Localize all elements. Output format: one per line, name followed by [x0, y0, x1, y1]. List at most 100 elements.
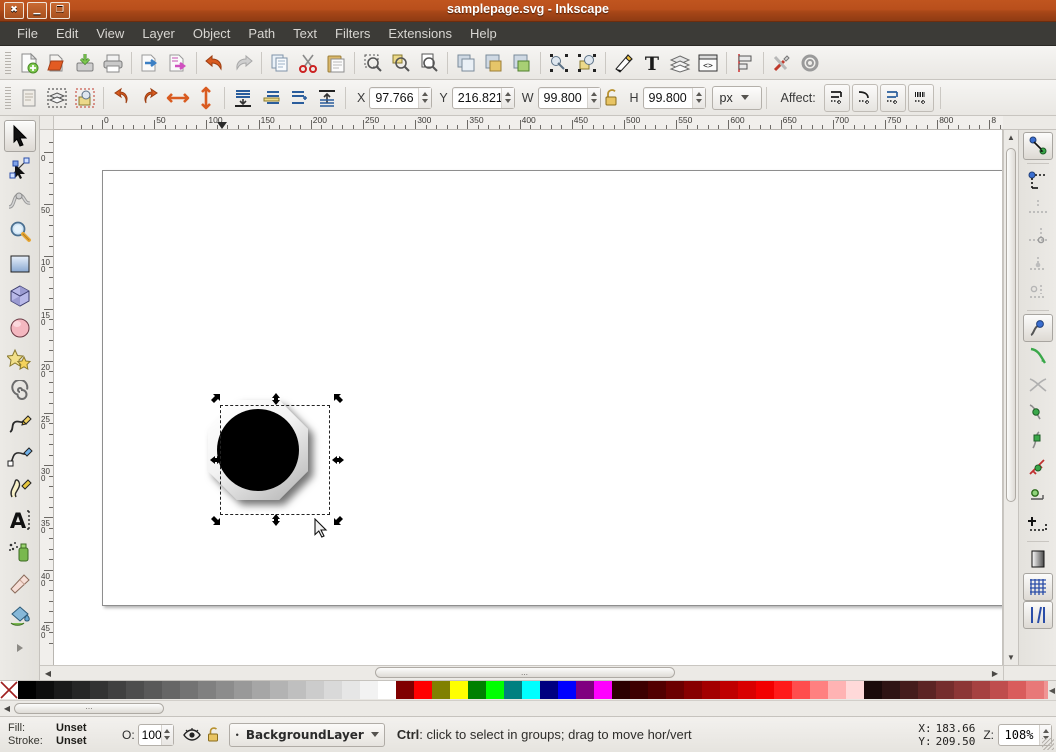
menu-view[interactable]: View [87, 24, 133, 43]
palette-swatch[interactable] [36, 681, 54, 699]
palette-swatch[interactable] [216, 681, 234, 699]
zoom-tool[interactable] [4, 216, 36, 248]
x-input[interactable] [370, 88, 418, 108]
paint-bucket-tool[interactable] [4, 600, 36, 632]
more-tools-arrow[interactable] [4, 632, 36, 664]
horizontal-ruler[interactable]: 0501001502002503003504004505005506006507… [54, 116, 1003, 130]
palette-swatch[interactable] [630, 681, 648, 699]
palette-swatch[interactable] [306, 681, 324, 699]
snap-bbox-centers-toggle[interactable] [1023, 279, 1053, 307]
palette-swatch[interactable] [864, 681, 882, 699]
paste-button[interactable] [322, 49, 350, 77]
palette-swatch[interactable] [558, 681, 576, 699]
3d-box-tool[interactable] [4, 280, 36, 312]
tweak-tool[interactable] [4, 184, 36, 216]
palette-swatch[interactable] [396, 681, 414, 699]
align-and-distribute-button[interactable] [731, 49, 759, 77]
y-stepper[interactable] [501, 88, 514, 108]
palette-swatch[interactable] [738, 681, 756, 699]
menu-filters[interactable]: Filters [326, 24, 379, 43]
eraser-tool[interactable] [4, 568, 36, 600]
snap-to-cusp-nodes-toggle[interactable] [1023, 398, 1053, 426]
zoom-page-button[interactable] [415, 49, 443, 77]
palette-swatch[interactable] [90, 681, 108, 699]
palette-swatch[interactable] [756, 681, 774, 699]
menu-edit[interactable]: Edit [47, 24, 87, 43]
raise-to-top-dialog-button[interactable] [545, 49, 573, 77]
ruler-corner[interactable] [40, 116, 54, 130]
menu-file[interactable]: File [8, 24, 47, 43]
snap-bounding-boxes-toggle[interactable] [1023, 167, 1053, 195]
palette-swatch[interactable] [54, 681, 72, 699]
open-document-button[interactable] [43, 49, 71, 77]
palette-swatch[interactable] [918, 681, 936, 699]
palette-scroll-thumb[interactable]: ⋯ [14, 703, 164, 714]
palette-swatch[interactable] [990, 681, 1008, 699]
scroll-down-arrow[interactable]: ▼ [1004, 651, 1018, 664]
scroll-up-arrow[interactable]: ▲ [1004, 131, 1018, 144]
snap-object-centers-toggle[interactable] [1023, 482, 1053, 510]
selection-handle-n[interactable] [269, 392, 283, 406]
duplicate-button[interactable] [452, 49, 480, 77]
palette-swatch[interactable] [882, 681, 900, 699]
xml-editor-button[interactable]: <> [694, 49, 722, 77]
layers-button[interactable] [666, 49, 694, 77]
select-all-in-all-layers-button[interactable] [43, 84, 71, 112]
lower-to-bottom-button[interactable] [229, 84, 257, 112]
rotate-cw-90-button[interactable] [136, 84, 164, 112]
ellipse-tool[interactable] [4, 312, 36, 344]
new-document-button[interactable] [15, 49, 43, 77]
palette-swatch[interactable] [720, 681, 738, 699]
palette-swatch[interactable] [18, 681, 36, 699]
raise-one-step-button[interactable] [285, 84, 313, 112]
snap-midpoints-line-segments-toggle[interactable] [1023, 454, 1053, 482]
scroll-right-arrow[interactable]: ▶ [988, 667, 1002, 680]
w-stepper[interactable] [587, 88, 600, 108]
selection-handle-e[interactable] [331, 453, 345, 467]
layer-lock-toggle[interactable] [204, 727, 224, 743]
palette-swatch[interactable] [450, 681, 468, 699]
palette-scrollbar[interactable]: ◀ ⋯ [0, 700, 1056, 716]
lower-one-step-button[interactable] [257, 84, 285, 112]
select-all-button[interactable] [15, 84, 43, 112]
palette-swatch[interactable] [252, 681, 270, 699]
deselect-button[interactable] [71, 84, 99, 112]
selection-handle-sw[interactable] [209, 513, 223, 527]
menu-extensions[interactable]: Extensions [379, 24, 461, 43]
cut-button[interactable] [294, 49, 322, 77]
ungroup-button[interactable] [508, 49, 536, 77]
palette-swatch[interactable] [360, 681, 378, 699]
vertical-scroll-thumb[interactable] [1006, 148, 1016, 502]
fill-stroke-indicator[interactable]: Fill: Unset Stroke: Unset [4, 722, 116, 748]
selection-handle-se[interactable] [331, 513, 345, 527]
redo-button[interactable] [229, 49, 257, 77]
palette-swatch[interactable] [432, 681, 450, 699]
x-field[interactable] [369, 87, 432, 109]
palette-swatch[interactable] [378, 681, 396, 699]
import-image-button[interactable] [136, 49, 164, 77]
menu-object[interactable]: Object [184, 24, 240, 43]
toolbar-grip[interactable] [3, 52, 13, 74]
export-png-button[interactable] [164, 49, 192, 77]
palette-swatch[interactable] [900, 681, 918, 699]
h-field[interactable] [643, 87, 706, 109]
palette-swatch[interactable] [1008, 681, 1026, 699]
pencil-tool[interactable] [4, 408, 36, 440]
print-document-button[interactable] [99, 49, 127, 77]
snap-to-grids-toggle[interactable] [1023, 573, 1053, 601]
palette-swatch[interactable] [684, 681, 702, 699]
node-editor-tool[interactable] [4, 152, 36, 184]
palette-swatch[interactable] [774, 681, 792, 699]
text-tool[interactable]: A [4, 504, 36, 536]
zoom-input[interactable] [999, 725, 1039, 745]
palette-swatch[interactable] [810, 681, 828, 699]
document-properties-button[interactable] [796, 49, 824, 77]
palette-scroll-right-arrow[interactable]: ◀ [1048, 681, 1056, 700]
snap-to-smooth-nodes-toggle[interactable] [1023, 426, 1053, 454]
preferences-button[interactable] [768, 49, 796, 77]
text-and-font-button[interactable]: T [638, 49, 666, 77]
snap-to-guides-toggle[interactable] [1023, 601, 1053, 629]
snap-rotation-centers-toggle[interactable] [1023, 510, 1053, 538]
group-button[interactable] [480, 49, 508, 77]
palette-swatch[interactable] [72, 681, 90, 699]
